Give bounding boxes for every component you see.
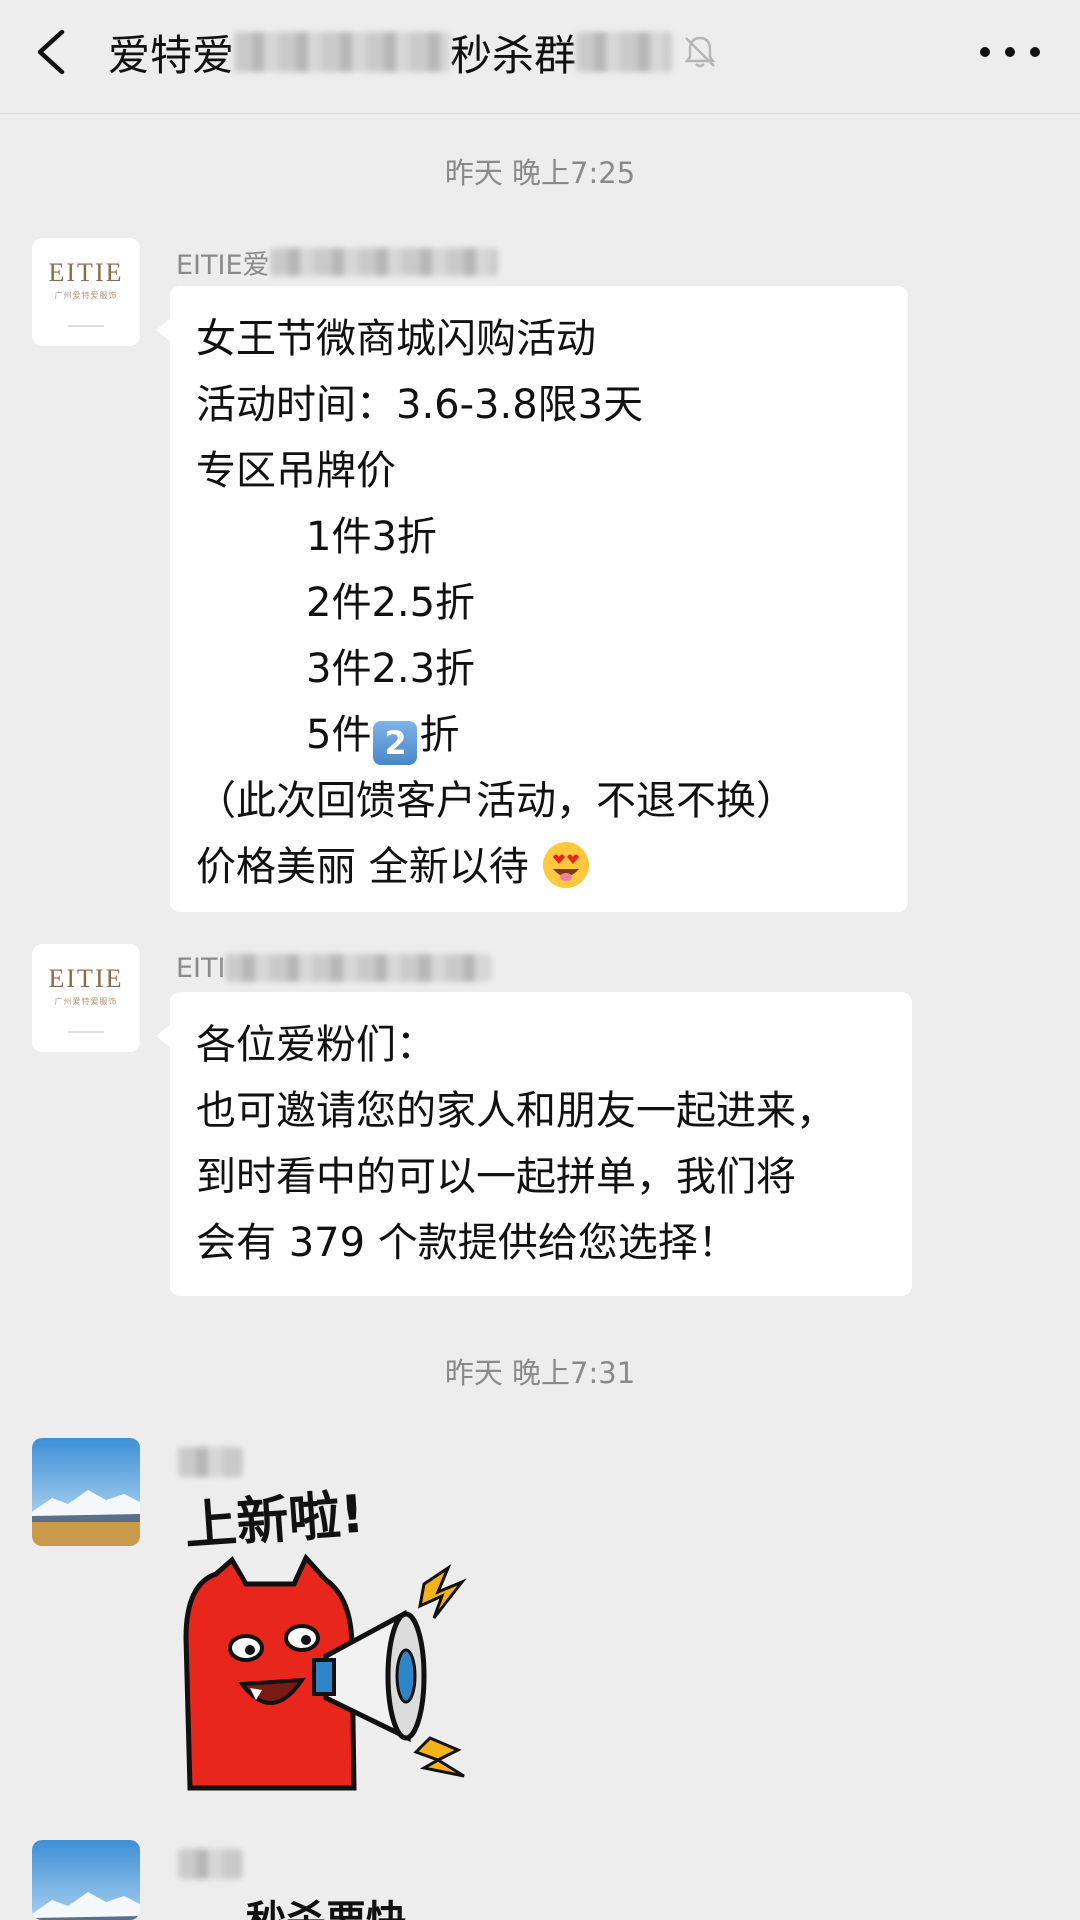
message-line: 价格美丽 全新以待 <box>196 834 884 900</box>
dot <box>1005 47 1015 57</box>
message-line: 到时看中的可以一起拼单，我们将 <box>196 1154 796 1200</box>
sticker-caption: 秒杀要快 <box>246 1888 406 1920</box>
keycap-two-emoji: 2 <box>373 721 418 765</box>
message-text: 折 <box>419 712 460 758</box>
message-bubble[interactable]: 各位爱粉们： 也可邀请您的家人和朋友一起进来， 到时看中的可以一起拼单，我们将 … <box>156 992 912 1296</box>
back-button[interactable] <box>28 22 84 82</box>
avatar-logo-subtext: 广州爱特爱服饰 <box>54 996 118 1006</box>
heart-eyes-emoji-icon <box>543 842 590 888</box>
sticker-caption: 上新啦! <box>183 1488 366 1557</box>
timestamp: 昨天 晚上7:31 <box>444 1356 636 1390</box>
chat-title-middle: 秒杀群 <box>450 30 577 80</box>
mute-bell-icon <box>684 36 716 68</box>
landscape-avatar-image <box>32 1438 140 1546</box>
chat-header: 爱特爱 秒杀群 <box>0 0 1080 114</box>
redacted-text <box>234 32 451 72</box>
redacted-text <box>576 32 673 72</box>
sender-name <box>178 1846 242 1882</box>
message-line: 5件 2 折 <box>196 702 884 768</box>
message-bubble[interactable]: 女王节微商城闪购活动 活动时间：3.6-3.8限3天 专区吊牌价 1件3折 2件… <box>156 286 908 912</box>
message-line: 也可邀请您的家人和朋友一起进来， <box>196 1088 836 1134</box>
message-line: （此次回馈客户活动，不退不换） <box>196 778 796 824</box>
timestamp: 昨天 晚上7:25 <box>444 156 636 190</box>
avatar[interactable]: EITIE 广州爱特爱服饰 <box>32 238 140 346</box>
avatar[interactable] <box>32 1438 140 1546</box>
message-line: 1件3折 <box>306 514 437 560</box>
avatar-logo-subtext: 广州爱特爱服饰 <box>54 290 118 300</box>
avatar[interactable]: EITIE 广州爱特爱服饰 <box>32 944 140 1052</box>
sender-name <box>178 1444 242 1480</box>
message-line: 会有 379 个款提供给您选择！ <box>196 1220 738 1266</box>
message-line: 活动时间：3.6-3.8限3天 <box>196 382 644 428</box>
sender-name: EITI <box>176 950 492 986</box>
redacted-text <box>225 954 492 982</box>
dot <box>1030 47 1040 57</box>
chat-title-start: 爱特爱 <box>108 30 235 80</box>
sender-name-text: EITIE爱 <box>176 249 270 281</box>
message-line: 专区吊牌价 <box>196 448 396 494</box>
more-options-button[interactable] <box>980 34 1040 70</box>
divider <box>68 1030 104 1033</box>
dot <box>980 47 990 57</box>
message-text: 价格美丽 全新以待 <box>196 844 529 890</box>
message-line: 女王节微商城闪购活动 <box>196 316 596 362</box>
chevron-left-icon <box>37 29 65 75</box>
sender-name-text: EITI <box>176 952 226 984</box>
sender-name: EITIE爱 <box>176 244 498 281</box>
chat-title: 爱特爱 秒杀群 <box>108 20 788 84</box>
divider <box>68 324 104 327</box>
redacted-text <box>178 1849 242 1879</box>
landscape-avatar-image <box>32 1840 140 1920</box>
avatar-logo-text: EITIE <box>48 963 124 993</box>
message-line: 3件2.3折 <box>306 646 476 692</box>
redacted-text <box>269 248 498 276</box>
avatar-logo-text: EITIE <box>48 257 124 287</box>
avatar[interactable] <box>32 1840 140 1920</box>
redacted-text <box>178 1447 242 1477</box>
message-line: 各位爱粉们： <box>196 1022 436 1068</box>
message-line: 2件2.5折 <box>306 580 476 626</box>
message-text: 5件 <box>306 712 372 758</box>
sticker-image[interactable]: 上新啦! <box>176 1488 516 1808</box>
chat-screen: 爱特爱 秒杀群 昨天 晚上7:25 EITIE 广州爱特爱服饰 EITIE爱 女… <box>0 0 1080 1920</box>
